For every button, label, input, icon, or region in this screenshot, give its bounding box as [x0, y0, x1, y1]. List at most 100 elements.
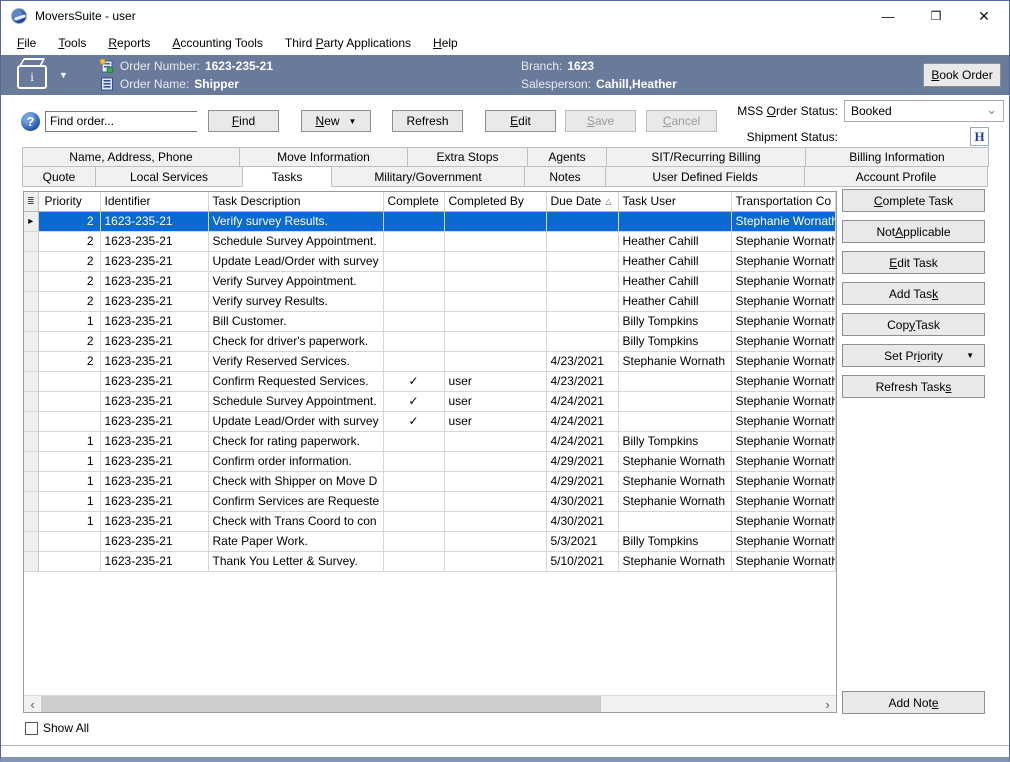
tab-billing-information[interactable]: Billing Information: [805, 147, 989, 167]
sort-ascending-icon: △: [605, 197, 611, 206]
table-row[interactable]: 1623-235-21Schedule Survey Appointment.✓…: [24, 391, 836, 411]
save-button[interactable]: Save: [565, 110, 636, 132]
table-row[interactable]: 1623-235-21Confirm Requested Services.✓u…: [24, 371, 836, 391]
complete-task-button[interactable]: Complete Task: [842, 189, 985, 212]
order-number-icon: [100, 59, 114, 73]
table-row[interactable]: 11623-235-21Bill Customer.Billy Tompkins…: [24, 311, 836, 331]
menu-help[interactable]: Help: [425, 33, 466, 53]
grid-empty-area: [24, 572, 836, 696]
tab-account-profile[interactable]: Account Profile: [804, 166, 988, 187]
refresh-button[interactable]: Refresh: [392, 110, 463, 132]
tab-name-address-phone[interactable]: Name, Address, Phone: [22, 147, 240, 167]
add-note-button[interactable]: Add Note: [842, 691, 985, 714]
order-banner: i ▼ Order Number: 1623-235-21 Order Name…: [1, 55, 1009, 95]
order-name-value: Shipper: [194, 77, 239, 91]
edit-task-button[interactable]: Edit Task: [842, 251, 985, 274]
column-header-task-description[interactable]: Task Description: [208, 192, 383, 211]
menu-bar: File Tools Reports Accounting Tools Thir…: [1, 31, 1009, 55]
column-header-task-user[interactable]: Task User: [618, 192, 731, 211]
find-button[interactable]: Find: [208, 110, 279, 132]
book-order-button[interactable]: Book Order: [923, 63, 1001, 87]
tab-tasks[interactable]: Tasks: [242, 166, 332, 187]
tasks-grid: ≣ Priority Identifier Task Description C…: [23, 191, 837, 713]
minimize-icon[interactable]: —: [879, 7, 897, 25]
table-row[interactable]: 21623-235-21Check for driver's paperwork…: [24, 331, 836, 351]
chevron-down-icon: ⌄: [986, 102, 997, 118]
new-dropdown-icon: ▼: [349, 117, 357, 126]
table-row[interactable]: 11623-235-21Check for rating paperwork.4…: [24, 431, 836, 451]
table-row[interactable]: 21623-235-21Verify Reserved Services.4/2…: [24, 351, 836, 371]
column-header-priority[interactable]: Priority: [38, 192, 100, 211]
copy-task-button[interactable]: Copy Task: [842, 313, 985, 336]
new-button[interactable]: New ▼: [301, 110, 371, 132]
scroll-right-icon[interactable]: ›: [819, 696, 836, 712]
grid-header-row: ≣ Priority Identifier Task Description C…: [24, 192, 836, 211]
show-all-checkbox[interactable]: [25, 722, 38, 735]
cancel-button[interactable]: Cancel: [646, 110, 717, 132]
table-row[interactable]: 11623-235-21Check with Shipper on Move D…: [24, 471, 836, 491]
menu-accounting-tools[interactable]: Accounting Tools: [164, 33, 271, 53]
show-all-label: Show All: [43, 721, 89, 735]
tab-extra-stops[interactable]: Extra Stops: [407, 147, 528, 167]
tab-agents[interactable]: Agents: [527, 147, 607, 167]
column-header-identifier[interactable]: Identifier: [100, 192, 208, 211]
tab-sit-recurring-billing[interactable]: SIT/Recurring Billing: [606, 147, 806, 167]
close-icon[interactable]: ✕: [975, 7, 993, 25]
column-header-due-date[interactable]: Due Date△: [546, 192, 618, 211]
tab-quote[interactable]: Quote: [22, 166, 96, 187]
table-row[interactable]: 11623-235-21Check with Trans Coord to co…: [24, 511, 836, 531]
menu-tools[interactable]: Tools: [50, 33, 94, 53]
show-all-checkbox-row[interactable]: Show All: [25, 721, 89, 735]
horizontal-scrollbar[interactable]: ‹ ›: [24, 695, 836, 712]
table-row[interactable]: 1623-235-21Rate Paper Work.5/3/2021Billy…: [24, 531, 836, 551]
order-box-icon[interactable]: i: [17, 61, 55, 89]
tab-notes[interactable]: Notes: [524, 166, 606, 187]
tasks-panel: ≣ Priority Identifier Task Description C…: [1, 187, 1009, 745]
application-window: MoversSuite - user — ❒ ✕ File Tools Repo…: [0, 0, 1010, 762]
find-order-combo[interactable]: ▼: [45, 111, 197, 132]
column-header-complete[interactable]: Complete: [383, 192, 444, 211]
scroll-left-icon[interactable]: ‹: [24, 696, 41, 712]
mss-order-status-select[interactable]: Booked ⌄: [844, 100, 1004, 122]
tab-move-information[interactable]: Move Information: [239, 147, 408, 167]
menu-reports[interactable]: Reports: [100, 33, 158, 53]
window-title: MoversSuite - user: [35, 9, 136, 23]
tab-military-government[interactable]: Military/Government: [331, 166, 525, 187]
column-header-completed-by[interactable]: Completed By: [444, 192, 546, 211]
table-row[interactable]: 21623-235-21Update Lead/Order with surve…: [24, 251, 836, 271]
tab-strip: Name, Address, Phone Move Information Ex…: [1, 147, 1009, 187]
menu-third-party-applications[interactable]: Third Party Applications: [277, 33, 419, 53]
salesperson-label: Salesperson:: [521, 77, 591, 91]
table-row[interactable]: 1623-235-21Update Lead/Order with survey…: [24, 411, 836, 431]
menu-file[interactable]: File: [9, 33, 44, 53]
order-name-icon: [100, 77, 114, 91]
not-applicable-button[interactable]: Not Applicable: [842, 220, 985, 243]
mss-order-status-label: MSS Order Status:: [737, 104, 838, 118]
table-row[interactable]: 1623-235-21Thank You Letter & Survey.5/1…: [24, 551, 836, 571]
order-number-label: Order Number:: [120, 59, 200, 73]
column-header-transportation-coordinator[interactable]: Transportation Co: [731, 192, 836, 211]
scrollbar-thumb[interactable]: [41, 696, 601, 712]
find-order-input[interactable]: [46, 112, 209, 131]
tab-user-defined-fields[interactable]: User Defined Fields: [605, 166, 805, 187]
table-row[interactable]: 11623-235-21Confirm Services are Request…: [24, 491, 836, 511]
maximize-icon[interactable]: ❒: [927, 7, 945, 25]
help-icon[interactable]: ?: [21, 112, 40, 131]
history-button[interactable]: H: [970, 127, 989, 146]
set-priority-button[interactable]: Set Priority ▼: [842, 344, 985, 367]
table-row[interactable]: 11623-235-21Confirm order information.4/…: [24, 451, 836, 471]
toolbar: ? ▼ Find New ▼ Refresh Edit Save Cancel …: [1, 95, 1009, 147]
tab-local-services[interactable]: Local Services: [95, 166, 243, 187]
set-priority-dropdown-icon: ▼: [966, 351, 974, 360]
table-row[interactable]: 21623-235-21Verify Survey Appointment.He…: [24, 271, 836, 291]
app-icon: [11, 8, 27, 24]
table-row[interactable]: ▸21623-235-21Verify survey Results.Steph…: [24, 211, 836, 231]
table-row[interactable]: 21623-235-21Verify survey Results.Heathe…: [24, 291, 836, 311]
branch-label: Branch:: [521, 59, 562, 73]
table-row[interactable]: 21623-235-21Schedule Survey Appointment.…: [24, 231, 836, 251]
banner-dropdown-icon[interactable]: ▼: [59, 70, 68, 80]
edit-button[interactable]: Edit: [485, 110, 556, 132]
mss-order-status-value: Booked: [851, 104, 892, 118]
add-task-button[interactable]: Add Task: [842, 282, 985, 305]
refresh-tasks-button[interactable]: Refresh Tasks: [842, 375, 985, 398]
